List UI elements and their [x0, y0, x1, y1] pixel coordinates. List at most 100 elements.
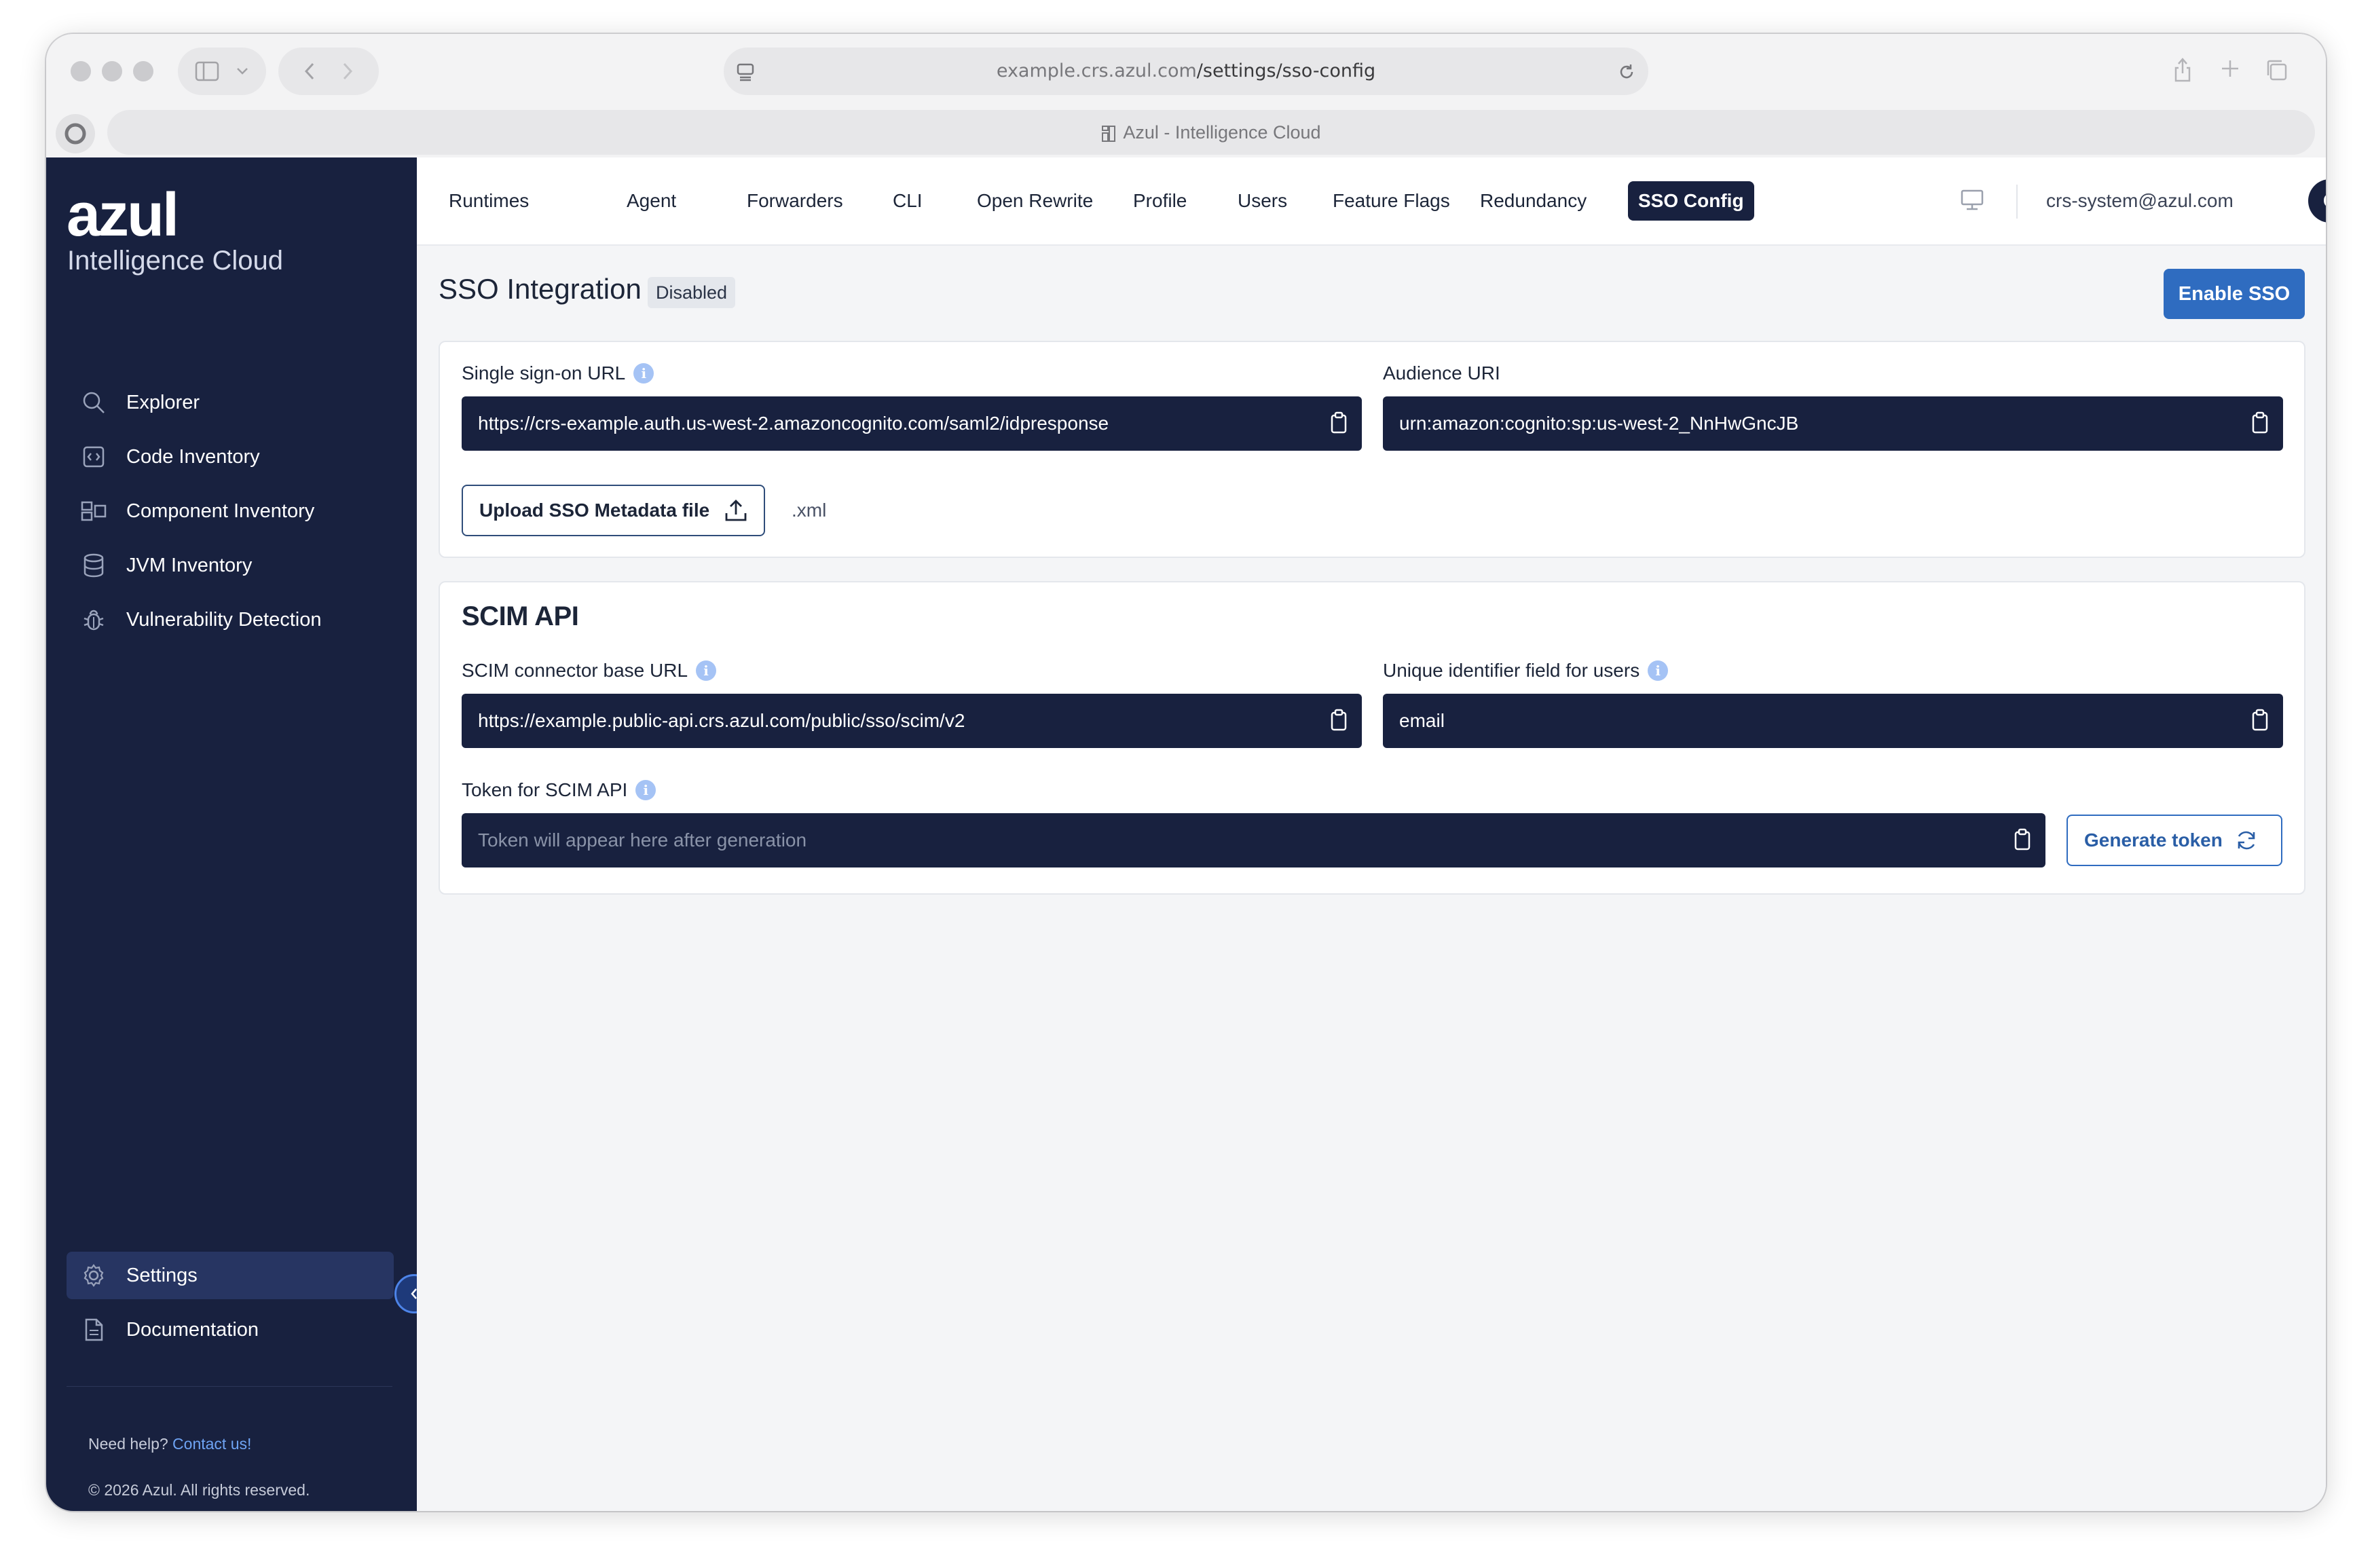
scim-base-url-value: https://example.public-api.crs.azul.com/…: [478, 710, 965, 731]
audience-uri-value: urn:amazon:cognito:sp:us-west-2_NnHwGncJ…: [1399, 413, 1799, 434]
contact-us-link[interactable]: Contact us!: [172, 1435, 251, 1453]
sidebar: azul Intelligence Cloud Explorer Code In…: [46, 157, 434, 1511]
tab-open-rewrite[interactable]: Open Rewrite: [967, 181, 1103, 221]
sidebar-item-jvm-inventory[interactable]: JVM Inventory: [67, 542, 394, 589]
azul-logo: azul: [67, 181, 179, 249]
audience-uri-field[interactable]: urn:amazon:cognito:sp:us-west-2_NnHwGncJ…: [1383, 396, 2283, 451]
scim-token-label-text: Token for SCIM API: [462, 779, 628, 800]
tab-feature-flags[interactable]: Feature Flags: [1322, 181, 1460, 221]
history-nav-group: [278, 48, 379, 95]
tab-cli[interactable]: CLI: [883, 181, 933, 221]
back-icon[interactable]: [303, 61, 316, 81]
unique-identifier-label: Unique identifier field for users i: [1383, 660, 1669, 682]
close-window-button[interactable]: [71, 61, 91, 81]
enable-sso-button[interactable]: Enable SSO: [2164, 269, 2305, 319]
sidebar-item-label: JVM Inventory: [126, 554, 253, 576]
tab-users[interactable]: Users: [1227, 181, 1297, 221]
user-email[interactable]: crs-system@azul.com: [2046, 181, 2234, 221]
upload-icon: [724, 498, 747, 523]
share-icon[interactable]: [2172, 56, 2193, 83]
settings-tab-bar: Runtimes Agent Forwarders CLI Open Rewri…: [417, 157, 2326, 246]
code-icon: [80, 443, 107, 470]
copy-clipboard-icon[interactable]: [1329, 709, 1348, 732]
refresh-icon: [2235, 829, 2258, 851]
copy-clipboard-icon[interactable]: [2250, 411, 2269, 434]
minimize-window-button[interactable]: [102, 61, 122, 81]
sidebar-layout-icon: [195, 61, 219, 81]
monitor-icon[interactable]: [1960, 189, 1984, 212]
sidebar-item-explorer[interactable]: Explorer: [67, 379, 394, 426]
scim-base-url-label-text: SCIM connector base URL: [462, 660, 688, 681]
tab-runtimes[interactable]: Runtimes: [439, 181, 539, 221]
help-prefix: Need help?: [88, 1435, 168, 1453]
tab-redundancy[interactable]: Redundancy: [1470, 181, 1597, 221]
search-icon: [80, 389, 107, 416]
sidebar-item-documentation[interactable]: Documentation: [67, 1306, 394, 1354]
scim-base-url-label: SCIM connector base URL i: [462, 660, 717, 682]
tab-overview-icon[interactable]: [2265, 58, 2288, 81]
sidebar-item-code-inventory[interactable]: Code Inventory: [67, 433, 394, 481]
sidebar-item-component-inventory[interactable]: Component Inventory: [67, 487, 394, 535]
sso-url-field[interactable]: https://crs-example.auth.us-west-2.amazo…: [462, 396, 1362, 451]
bug-icon: [80, 606, 107, 633]
help-text: Need help? Contact us!: [88, 1435, 251, 1453]
tab-agent[interactable]: Agent: [616, 181, 686, 221]
tab-indicator: [56, 114, 95, 153]
address-bar[interactable]: example.crs.azul.com/settings/sso-config: [724, 48, 1648, 95]
main-content: Runtimes Agent Forwarders CLI Open Rewri…: [417, 157, 2326, 1511]
sidebar-item-label: Vulnerability Detection: [126, 608, 322, 631]
copy-clipboard-icon[interactable]: [1329, 411, 1348, 434]
chevron-down-icon: [236, 67, 249, 76]
database-icon: [80, 552, 107, 579]
info-icon[interactable]: i: [696, 660, 717, 681]
tab-title: Azul - Intelligence Cloud: [107, 110, 2315, 155]
tab-sso-config[interactable]: SSO Config: [1628, 181, 1754, 221]
unique-identifier-value: email: [1399, 710, 1445, 731]
sidebar-item-label: Code Inventory: [126, 445, 260, 468]
sso-settings-card: Single sign-on URL i https://crs-example…: [439, 341, 2305, 558]
unique-identifier-label-text: Unique identifier field for users: [1383, 660, 1640, 681]
unique-identifier-field[interactable]: email: [1383, 694, 2283, 748]
forward-icon[interactable]: [341, 61, 354, 81]
maximize-window-button[interactable]: [133, 61, 153, 81]
new-tab-icon[interactable]: [2220, 58, 2240, 79]
sidebar-item-label: Settings: [126, 1264, 198, 1286]
upload-metadata-button[interactable]: Upload SSO Metadata file: [462, 485, 766, 536]
avatar[interactable]: C: [2308, 179, 2326, 223]
sidebar-item-label: Explorer: [126, 391, 200, 413]
sso-url-label-text: Single sign-on URL: [462, 362, 626, 384]
upload-button-label: Upload SSO Metadata file: [479, 500, 710, 521]
tab-title-text: Azul - Intelligence Cloud: [1123, 122, 1321, 143]
generate-token-button[interactable]: Generate token: [2067, 815, 2282, 866]
scim-token-field[interactable]: Token will appear here after generation: [462, 813, 2045, 867]
info-icon[interactable]: i: [635, 780, 656, 800]
tab-forwarders[interactable]: Forwarders: [737, 181, 853, 221]
url-domain: example.crs.azul.com: [996, 60, 1197, 81]
url-text: example.crs.azul.com/settings/sso-config: [724, 48, 1648, 95]
sidebar-item-vulnerability-detection[interactable]: Vulnerability Detection: [67, 596, 394, 643]
scim-section-title: SCIM API: [462, 601, 579, 631]
browser-window: example.crs.azul.com/settings/sso-config: [46, 34, 2326, 1511]
browser-tab[interactable]: Azul - Intelligence Cloud: [107, 110, 2315, 155]
info-icon[interactable]: i: [1648, 660, 1669, 681]
document-icon: [80, 1316, 107, 1343]
generate-token-label: Generate token: [2084, 829, 2223, 851]
logo-subtitle: Intelligence Cloud: [67, 246, 283, 276]
topnav-divider: [2016, 185, 2018, 219]
audience-uri-label: Audience URI: [1383, 362, 1500, 384]
info-icon[interactable]: i: [633, 363, 654, 384]
scim-base-url-field[interactable]: https://example.public-api.crs.azul.com/…: [462, 694, 1362, 748]
page-title: SSO Integration: [439, 273, 642, 305]
tab-profile[interactable]: Profile: [1123, 181, 1197, 221]
copyright-text: © 2026 Azul. All rights reserved.: [88, 1481, 310, 1499]
file-type-hint: .xml: [792, 500, 827, 521]
sidebar-item-label: Component Inventory: [126, 500, 315, 522]
copy-clipboard-icon[interactable]: [2250, 709, 2269, 732]
copy-clipboard-icon[interactable]: [2013, 828, 2032, 851]
reload-icon[interactable]: [1617, 62, 1636, 81]
sidebar-toggle-button[interactable]: [178, 48, 266, 95]
sidebar-item-label: Documentation: [126, 1318, 259, 1341]
status-badge: Disabled: [648, 277, 736, 308]
sso-url-label: Single sign-on URL i: [462, 362, 654, 384]
sidebar-item-settings[interactable]: Settings: [67, 1252, 394, 1299]
